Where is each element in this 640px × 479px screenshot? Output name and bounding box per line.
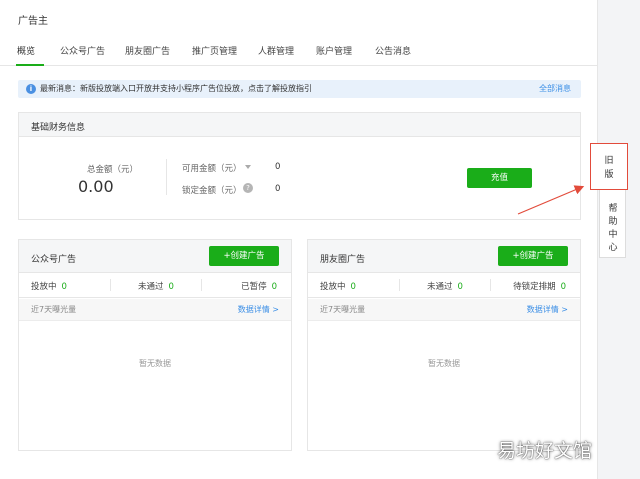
stat-value: 0 bbox=[168, 282, 174, 292]
all-messages-link[interactable]: 全部消息 bbox=[539, 83, 571, 94]
moments-ads-panel: 朋友圈广告 +创建广告 投放中 0 未通过 0 待锁定排期 0 近7天曝光量 数据详情… bbox=[307, 239, 581, 451]
finance-divider bbox=[166, 159, 167, 195]
help-center-char: 助 bbox=[608, 217, 618, 227]
stat-label: 已暂停 bbox=[241, 282, 267, 292]
stat-value: 0 bbox=[271, 282, 277, 292]
moments-exposure-row: 近7天曝光量 数据详情 > bbox=[308, 299, 580, 321]
official-ads-stats: 投放中 0 未通过 0 已暂停 0 bbox=[19, 273, 291, 298]
stat-rejected[interactable]: 未通过 0 bbox=[138, 280, 174, 292]
available-amount-value: 0 bbox=[275, 162, 281, 172]
stat-value: 0 bbox=[457, 282, 463, 292]
stat-label: 未通过 bbox=[427, 282, 453, 292]
finance-panel-header: 基础财务信息 bbox=[19, 113, 580, 137]
total-amount-value: 0.00 bbox=[78, 177, 114, 196]
help-question-icon[interactable]: ? bbox=[243, 183, 253, 193]
official-ads-title: 公众号广告 bbox=[31, 255, 77, 265]
available-amount-label: 可用金额（元） bbox=[182, 164, 242, 174]
stat-value: 0 bbox=[61, 282, 67, 292]
empty-state: 暂无数据 bbox=[428, 359, 460, 368]
finance-panel: 基础财务信息 总金额（元） 0.00 可用金额（元） 0 锁定金额（元） ? 0… bbox=[18, 112, 581, 220]
stat-divider bbox=[110, 279, 111, 291]
exposure-label: 近7天曝光量 bbox=[31, 305, 77, 314]
page-title: 广告主 bbox=[18, 16, 48, 27]
finance-panel-title: 基础财务信息 bbox=[31, 123, 86, 133]
stat-divider bbox=[490, 279, 491, 291]
stat-label: 投放中 bbox=[31, 282, 57, 292]
official-ads-panel: 公众号广告 +创建广告 投放中 0 未通过 0 已暂停 0 近7天曝光量 数据详情 >… bbox=[18, 239, 292, 451]
info-icon: i bbox=[26, 84, 36, 94]
tab-overview[interactable]: 概览 bbox=[16, 44, 44, 66]
stat-rejected[interactable]: 未通过 0 bbox=[427, 280, 463, 292]
help-center-char: 帮 bbox=[608, 204, 618, 214]
stat-delivering[interactable]: 投放中 0 bbox=[320, 280, 356, 292]
watermark-text: 易坊好文馆 bbox=[497, 440, 593, 462]
locked-amount-value: 0 bbox=[275, 184, 281, 194]
stat-value: 0 bbox=[350, 282, 356, 292]
official-exposure-row: 近7天曝光量 数据详情 > bbox=[19, 299, 291, 321]
stat-label: 未通过 bbox=[138, 282, 164, 292]
data-details-link[interactable]: 数据详情 > bbox=[238, 304, 279, 315]
old-version-char: 旧 bbox=[604, 156, 614, 166]
data-details-link[interactable]: 数据详情 > bbox=[527, 304, 568, 315]
moments-ads-stats: 投放中 0 未通过 0 待锁定排期 0 bbox=[308, 273, 580, 298]
notice-bar: i 最新消息：新版投放端入口开放并支持小程序广告位投放，点击了解投放指引 全部消… bbox=[18, 80, 581, 98]
help-center-char: 心 bbox=[608, 243, 618, 253]
notice-text[interactable]: 最新消息：新版投放端入口开放并支持小程序广告位投放，点击了解投放指引 bbox=[40, 83, 312, 94]
old-version-button[interactable]: 旧 版 bbox=[590, 143, 628, 190]
stat-divider bbox=[201, 279, 202, 291]
locked-amount-label: 锁定金额（元） bbox=[182, 186, 242, 196]
stat-delivering[interactable]: 投放中 0 bbox=[31, 280, 67, 292]
stat-value: 0 bbox=[560, 282, 566, 292]
stat-pending-schedule[interactable]: 待锁定排期 0 bbox=[513, 280, 566, 292]
tab-landing-page-management[interactable]: 推广页管理 bbox=[192, 44, 237, 66]
official-ads-header: 公众号广告 +创建广告 bbox=[19, 240, 291, 273]
main-content: 广告主 概览 公众号广告 朋友圈广告 推广页管理 人群管理 账户管理 公告消息 … bbox=[0, 0, 597, 479]
stat-label: 待锁定排期 bbox=[513, 282, 556, 292]
tab-moments-ads[interactable]: 朋友圈广告 bbox=[125, 44, 170, 66]
create-moments-ad-button[interactable]: +创建广告 bbox=[498, 246, 568, 266]
empty-state: 暂无数据 bbox=[139, 359, 171, 368]
old-version-label: 旧 版 bbox=[591, 154, 627, 182]
tab-bar: 概览 公众号广告 朋友圈广告 推广页管理 人群管理 账户管理 公告消息 bbox=[0, 44, 597, 66]
tab-account-management[interactable]: 账户管理 bbox=[316, 44, 352, 66]
recharge-button[interactable]: 充值 bbox=[467, 168, 532, 188]
tab-audience-management[interactable]: 人群管理 bbox=[258, 44, 294, 66]
total-amount-label: 总金额（元） bbox=[87, 165, 139, 175]
help-center-button[interactable]: 帮 助 中 心 bbox=[600, 203, 626, 255]
stat-paused[interactable]: 已暂停 0 bbox=[241, 280, 277, 292]
create-official-ad-button[interactable]: +创建广告 bbox=[209, 246, 279, 266]
old-version-char: 版 bbox=[604, 170, 614, 180]
help-center-char: 中 bbox=[608, 230, 618, 240]
tab-announcements[interactable]: 公告消息 bbox=[375, 44, 411, 66]
stat-label: 投放中 bbox=[320, 282, 346, 292]
moments-ads-title: 朋友圈广告 bbox=[320, 255, 366, 265]
tab-official-account-ads[interactable]: 公众号广告 bbox=[60, 44, 105, 66]
chevron-down-icon[interactable] bbox=[245, 165, 251, 169]
stat-divider bbox=[399, 279, 400, 291]
exposure-label: 近7天曝光量 bbox=[320, 305, 366, 314]
moments-ads-header: 朋友圈广告 +创建广告 bbox=[308, 240, 580, 273]
